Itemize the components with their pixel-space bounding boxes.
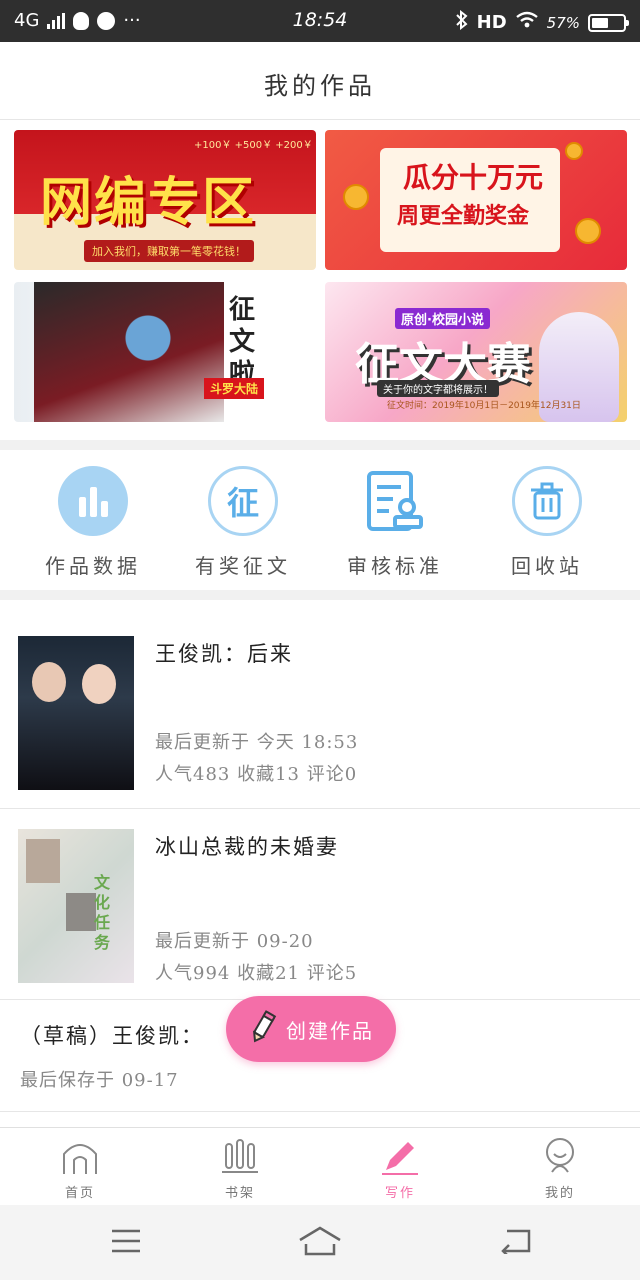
quick-action-label: 有奖征文 [195,554,291,578]
banner-campus-date: 征文时间：2019年10月1日－2019年12月31日 [387,401,581,411]
menu-button[interactable] [96,1225,156,1261]
bar-chart-icon [58,466,128,536]
tab-label: 首页 [64,1186,95,1201]
quick-action-label: 审核标准 [347,554,443,578]
battery-percent: 57% [546,13,580,32]
review-standard-icon [360,466,430,536]
back-button[interactable] [486,1225,546,1261]
work-stats: 人气994 收藏21 评论5 [155,963,358,984]
system-nav-bar [0,1205,640,1280]
banner-campus-subtitle: 关于你的文字都将展示！ [377,380,499,397]
banner-editor-zone-strip: 加入我们，赚取第一笔零花钱！ [84,240,254,262]
banner-editor-zone[interactable]: +100￥ +500￥ +200￥ 网编专区 加入我们，赚取第一笔零花钱！ [14,130,316,270]
page-header: 我的作品 [0,42,640,120]
work-stats: 人气483 收藏13 评论0 [155,764,358,785]
quick-action-trash[interactable]: 回收站 [472,466,622,579]
divider [0,440,640,450]
create-work-button[interactable]: 创建作品 [226,996,396,1062]
banner-bonus-subtitle: 周更全勤奖金 [397,204,530,229]
home-button[interactable] [290,1225,350,1261]
quick-actions: 作品数据 征 有奖征文 审核标准 回收站 [0,450,640,590]
divider [0,590,640,600]
banner-contest-tag: 斗罗大陆 [204,378,265,399]
tab-label: 书架 [224,1186,255,1201]
menu-icon [110,1228,142,1258]
hd-label: HD [476,12,507,33]
quick-action-review-standard[interactable]: 审核标准 [320,466,470,579]
work-updated: 最后更新于 今天 18:53 [155,732,359,753]
pencil-icon [248,1010,278,1048]
work-title: 王俊凯：后来 [155,642,293,666]
tab-write[interactable]: 写作 [340,1136,460,1201]
create-work-label: 创建作品 [286,1018,374,1043]
bluetooth-icon [455,9,469,35]
tab-label: 写作 [384,1186,415,1201]
bookshelf-icon [220,1139,260,1180]
tab-label: 我的 [544,1186,575,1201]
draft-saved: 最后保存于 09-17 [20,1070,179,1091]
draft-title: （草稿）王俊凯： [20,1024,204,1048]
list-item[interactable]: 王俊凯：后来 最后更新于 今天 18:53 人气483 收藏13 评论0 [0,600,640,809]
tab-home[interactable]: 首页 [20,1136,140,1201]
page-title: 我的作品 [264,72,376,100]
coin-icon [575,218,601,244]
quick-action-contest[interactable]: 征 有奖征文 [168,466,318,579]
list-item[interactable]: 文化任务 冰山总裁的未婚妻 最后更新于 09-20 人气994 收藏21 评论5 [0,809,640,1000]
home-icon [60,1144,100,1180]
profile-icon [540,1138,580,1180]
work-updated: 最后更新于 09-20 [155,931,314,952]
back-icon [499,1228,533,1258]
coin-icon [565,142,583,160]
banner-bonus-title: 瓜分十万元 [403,161,544,194]
quick-action-work-data[interactable]: 作品数据 [18,466,168,579]
tab-bookshelf[interactable]: 书架 [180,1136,300,1201]
banner-editor-zone-title: 网编专区 [40,173,257,233]
banner-contest-douluo[interactable]: 征文啦 斗罗大陆 [14,282,316,422]
wifi-icon [515,11,539,34]
work-cover-image: 文化任务 [18,829,134,983]
work-title: 冰山总裁的未婚妻 [155,835,339,859]
bottom-tab-bar: 首页 书架 写作 我的 [0,1127,640,1205]
quick-action-label: 回收站 [511,554,583,578]
work-cover-image [18,636,134,790]
banner-campus-contest[interactable]: 原创·校园小说 征文大赛 关于你的文字都将展示！ 征文时间：2019年10月1日… [325,282,627,422]
pen-icon [380,1142,420,1180]
coin-icon [343,184,369,210]
banner-grid: +100￥ +500￥ +200￥ 网编专区 加入我们，赚取第一笔零花钱！ 瓜分… [0,120,640,440]
banner-bonus-pool[interactable]: 瓜分十万元 周更全勤奖金 [325,130,627,270]
quick-action-label: 作品数据 [45,554,141,578]
banner-bonus-text: +100￥ +500￥ +200￥ [194,140,313,151]
system-home-icon [298,1226,342,1260]
banner-contest-vertical-text: 征文啦 [228,295,255,389]
trash-icon [512,466,582,536]
contest-icon: 征 [208,466,278,536]
status-bar: 4G ··· 18:54 HD 57% [0,0,640,42]
anime-character-image [34,282,224,422]
battery-icon [588,13,629,32]
tab-profile[interactable]: 我的 [500,1136,620,1201]
banner-campus-label: 原创·校园小说 [395,308,490,329]
